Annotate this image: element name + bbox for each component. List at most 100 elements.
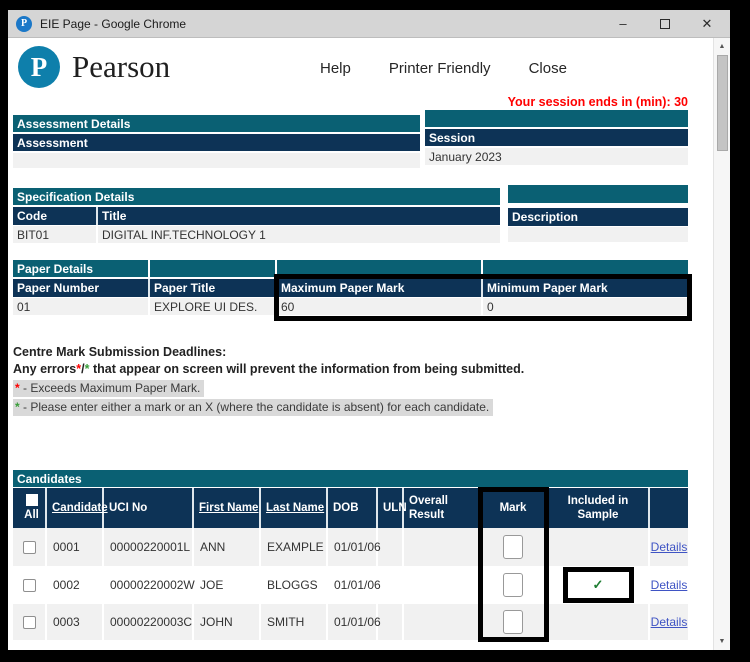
- paper-band-spacer: [483, 260, 688, 277]
- assessment-label: Assessment: [13, 134, 420, 151]
- pearson-favicon-icon: P: [16, 16, 32, 32]
- errors-warning-line: Any errors*/* that appear on screen will…: [13, 362, 689, 376]
- paper-title-value: EXPLORE UI DES.: [150, 298, 277, 315]
- first-name-cell: JOHN: [194, 604, 261, 640]
- code-header: Code: [13, 207, 98, 225]
- row-checkbox[interactable]: [23, 616, 36, 629]
- all-header-label: All: [24, 508, 39, 522]
- candidate-number-cell: 0003: [47, 604, 104, 640]
- dob-cell: 01/01/06: [328, 566, 378, 604]
- last-name-sort-link[interactable]: Last Name: [266, 501, 324, 515]
- candidate-row: 0001 00000220001L ANN EXAMPLE 01/01/06 D…: [13, 528, 688, 566]
- deadlines-title: Centre Mark Submission Deadlines:: [13, 345, 689, 359]
- included-in-sample-cell: [548, 604, 650, 640]
- brand-name: Pearson: [72, 49, 170, 85]
- scroll-up-icon[interactable]: ▲: [714, 39, 730, 54]
- dob-cell: 01/01/06: [328, 604, 378, 640]
- paper-header-row: Paper Number Paper Title Maximum Paper M…: [13, 279, 688, 297]
- details-cell: Details: [650, 528, 688, 566]
- first-name-header: First Name: [194, 488, 261, 528]
- included-check-icon: ✓: [593, 577, 604, 593]
- mark-cell: [480, 566, 548, 604]
- paper-band-spacer: [150, 260, 277, 277]
- close-link[interactable]: Close: [529, 60, 567, 77]
- page-content: P Pearson Help Printer Friendly Close Yo…: [8, 38, 713, 650]
- select-cell: [13, 604, 47, 640]
- last-name-cell: EXAMPLE: [261, 528, 328, 566]
- paper-value-row: 01 EXPLORE UI DES. 60 0: [13, 298, 688, 315]
- overall-result-cell: [404, 604, 480, 640]
- uci-cell: 00000220003C: [104, 604, 194, 640]
- uln-cell: [378, 604, 404, 640]
- note-exceeds-max: * - Exceeds Maximum Paper Mark.: [13, 380, 689, 399]
- select-all-checkbox[interactable]: [26, 494, 38, 506]
- mark-input[interactable]: [503, 573, 523, 597]
- mark-input[interactable]: [503, 535, 523, 559]
- included-in-sample-cell: ✓: [548, 566, 650, 604]
- row-checkbox[interactable]: [23, 541, 36, 554]
- candidates-section-header: Candidates: [13, 470, 688, 487]
- candidate-header: Candidate: [47, 488, 104, 528]
- note-enter-mark-text: - Please enter either a mark or an X (wh…: [20, 400, 490, 414]
- details-link[interactable]: Details: [651, 540, 688, 554]
- session-table: Session January 2023: [425, 110, 688, 165]
- overall-result-header: Overall Result: [404, 488, 480, 528]
- maximum-paper-mark-value: 60: [277, 298, 483, 315]
- minimum-paper-mark-header: Minimum Paper Mark: [483, 279, 688, 297]
- title-header: Title: [98, 207, 500, 225]
- specification-header-row: Code Title: [13, 207, 500, 225]
- specification-details-table: Specification Details Code Title BIT01 D…: [13, 188, 500, 243]
- select-cell: [13, 528, 47, 566]
- description-table: Description: [508, 185, 688, 242]
- mark-header: Mark: [480, 488, 548, 528]
- overall-result-cell: [404, 528, 480, 566]
- dob-cell: 01/01/06: [328, 528, 378, 566]
- pearson-logo: P Pearson: [18, 46, 170, 88]
- paper-details-header: Paper Details: [13, 260, 150, 277]
- specification-details-header: Specification Details: [13, 188, 500, 205]
- candidate-number-cell: 0001: [47, 528, 104, 566]
- last-name-cell: SMITH: [261, 604, 328, 640]
- window-controls: – ✕: [616, 16, 730, 32]
- errors-text-pre: Any errors: [13, 362, 76, 376]
- candidate-sort-link[interactable]: Candidate: [52, 501, 108, 515]
- maximum-paper-mark-header: Maximum Paper Mark: [277, 279, 483, 297]
- mark-input[interactable]: [503, 610, 523, 634]
- minimum-paper-mark-value: 0: [483, 298, 688, 315]
- details-cell: Details: [650, 604, 688, 640]
- minimize-icon[interactable]: –: [616, 16, 630, 31]
- last-name-header: Last Name: [261, 488, 328, 528]
- maximize-icon[interactable]: [660, 19, 670, 29]
- all-header-cell: All: [13, 488, 47, 528]
- scrollbar-thumb[interactable]: [717, 55, 728, 151]
- help-link[interactable]: Help: [320, 60, 351, 77]
- title-value: DIGITAL INF.TECHNOLOGY 1: [98, 226, 500, 243]
- session-section-band: [425, 110, 688, 127]
- dob-header: DOB: [328, 488, 378, 528]
- scroll-down-icon[interactable]: ▼: [714, 634, 730, 649]
- printer-friendly-link[interactable]: Printer Friendly: [389, 60, 491, 77]
- details-link[interactable]: Details: [651, 578, 688, 592]
- vertical-scrollbar[interactable]: ▲ ▼: [713, 38, 730, 650]
- paper-band-spacer: [277, 260, 483, 277]
- first-name-cell: ANN: [194, 528, 261, 566]
- uci-header: UCI No: [104, 488, 194, 528]
- titlebar: P EIE Page - Google Chrome – ✕: [8, 10, 730, 38]
- included-in-sample-header: Included in Sample: [548, 488, 650, 528]
- details-link[interactable]: Details: [651, 615, 688, 629]
- uln-header: ULN: [378, 488, 404, 528]
- code-value: BIT01: [13, 226, 98, 243]
- note-exceeds-max-text: - Exceeds Maximum Paper Mark.: [20, 381, 201, 395]
- first-name-sort-link[interactable]: First Name: [199, 501, 258, 515]
- note-enter-mark: * - Please enter either a mark or an X (…: [13, 399, 689, 418]
- candidate-row: 0003 00000220003C JOHN SMITH 01/01/06 De…: [13, 604, 688, 640]
- last-name-cell: BLOGGS: [261, 566, 328, 604]
- overall-result-cell: [404, 566, 480, 604]
- close-icon[interactable]: ✕: [700, 16, 714, 32]
- window-title: EIE Page - Google Chrome: [40, 17, 186, 31]
- paper-number-value: 01: [13, 298, 150, 315]
- row-checkbox[interactable]: [23, 579, 36, 592]
- details-header: [650, 488, 688, 528]
- favicon-letter: P: [21, 18, 27, 29]
- errors-text-post: that appear on screen will prevent the i…: [89, 362, 524, 376]
